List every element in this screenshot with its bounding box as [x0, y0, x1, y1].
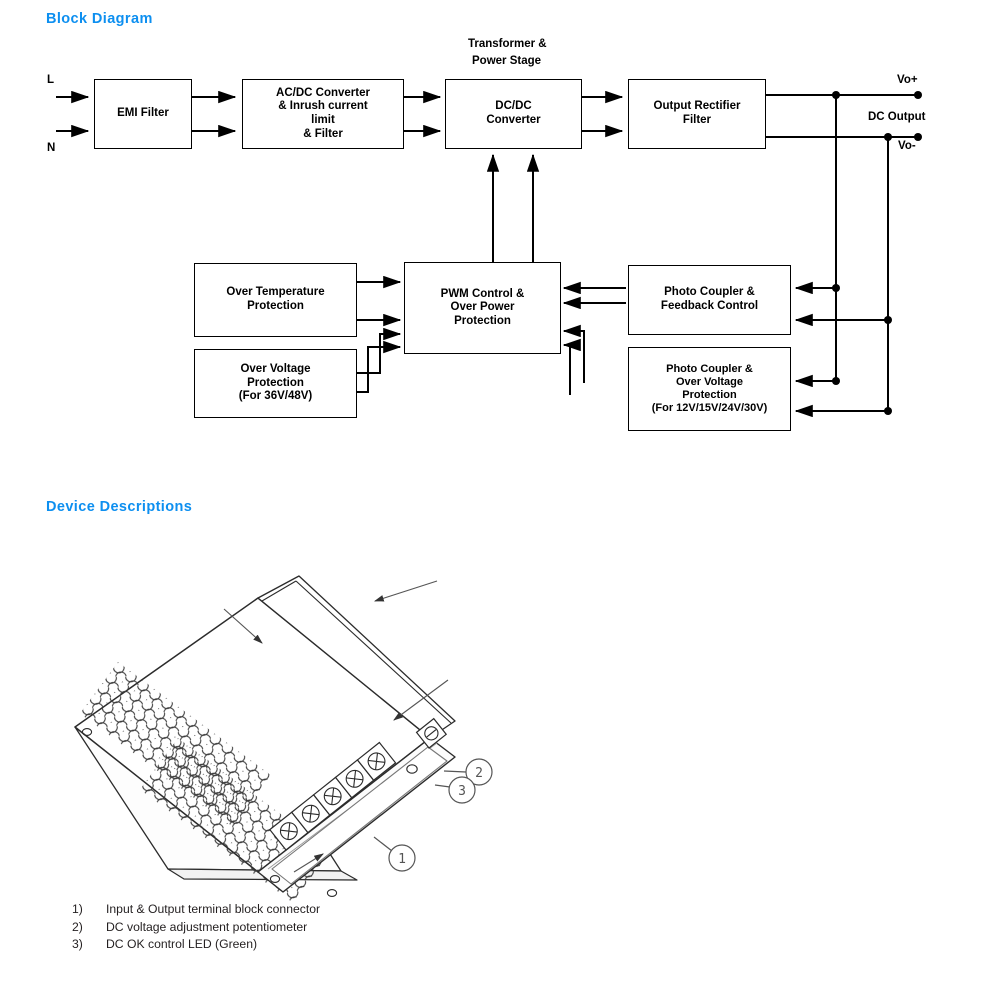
block-pwm-line3: Protection: [454, 314, 511, 327]
block-pc-ovp-line1: Photo Coupler &: [666, 363, 753, 376]
callout-number-1: 1): [72, 902, 83, 916]
block-acdc-line3: limit: [311, 114, 335, 126]
callout-marker-1: 1: [398, 852, 406, 867]
block-dcdc-converter: DC/DC Converter: [445, 79, 582, 149]
block-dcdc-line2: Converter: [486, 114, 541, 126]
leader-side: [373, 580, 438, 602]
callout-text-3: DC OK control LED (Green): [106, 937, 258, 951]
block-pc-fb-line2: Feedback Control: [660, 300, 759, 312]
block-diagram-wiring: [56, 90, 922, 418]
block-rectifier-line1: Output Rectifier: [653, 100, 741, 113]
block-acdc-line1: AC/DC Converter: [276, 86, 370, 99]
block-acdc-line4: & Filter: [303, 127, 343, 140]
block-acdc-line2: & Inrush current: [278, 100, 368, 113]
output-label-positive: Vo+: [897, 74, 918, 86]
block-pwm-line2: Over Power: [450, 301, 515, 314]
block-pc-fb-line1: Photo Coupler &: [664, 286, 755, 299]
output-label-negative: Vo-: [898, 140, 916, 152]
block-emi-filter: EMI Filter: [94, 79, 192, 149]
callout-text-1: Input & Output terminal block connector: [106, 902, 321, 916]
block-emi-filter-line1: EMI Filter: [117, 107, 169, 120]
callout-row-1: 1) Input & Output terminal block connect…: [72, 901, 320, 919]
block-over-voltage-protection: Over Voltage Protection (For 36V/48V): [194, 349, 357, 418]
datasheet-page: Block Diagram L N Transformer & Power St…: [0, 0, 985, 990]
transformer-caption-line2: Power Stage: [472, 55, 542, 67]
block-pc-ovp-line3: Protection: [682, 389, 737, 401]
input-label-line: L: [47, 74, 55, 86]
block-pc-ovp-line2: Over Voltage: [675, 376, 744, 389]
block-dcdc-line1: DC/DC: [495, 100, 532, 113]
block-diagram: L N Transformer & Power Stage Vo+ DC Out…: [0, 0, 985, 470]
block-otp-line2: Protection: [247, 300, 304, 312]
block-acdc-converter: AC/DC Converter & Inrush current limit &…: [242, 79, 404, 149]
block-output-rectifier-filter: Output Rectifier Filter: [628, 79, 766, 149]
callout-marker-2: 2: [475, 766, 483, 781]
output-label-group: DC Output: [868, 111, 926, 123]
block-otp-line1: Over Temperature: [226, 286, 325, 299]
input-label-neutral: N: [47, 142, 56, 154]
callout-list: 1) Input & Output terminal block connect…: [72, 901, 320, 954]
transformer-caption-line1: Transformer &: [468, 38, 547, 50]
block-photo-coupler-ovp: Photo Coupler & Over Voltage Protection …: [628, 347, 791, 431]
block-pwm-control: PWM Control & Over Power Protection: [404, 262, 561, 354]
callout-text-2: DC voltage adjustment potentiometer: [106, 919, 308, 934]
block-rectifier-line2: Filter: [682, 114, 712, 126]
callout-marker-3: 3: [458, 784, 466, 799]
callout-number-2: 2): [72, 919, 83, 934]
block-pc-ovp-line4: (For 12V/15V/24V/30V): [651, 401, 768, 414]
block-photo-coupler-feedback: Photo Coupler & Feedback Control: [628, 265, 791, 335]
dc-ok-led: [406, 764, 418, 774]
callout-number-3: 3): [72, 937, 83, 951]
block-pwm-line1: PWM Control &: [440, 287, 525, 300]
block-over-temperature-protection: Over Temperature Protection: [194, 263, 357, 337]
callout-row-3: 3) DC OK control LED (Green): [72, 936, 320, 954]
block-ovp-line2: Protection: [247, 376, 304, 389]
block-ovp-line1: Over Voltage: [240, 363, 311, 376]
callout-row-2: 2) DC voltage adjustment potentiometer: [72, 919, 320, 937]
block-ovp-line3: (For 36V/48V): [238, 390, 313, 403]
